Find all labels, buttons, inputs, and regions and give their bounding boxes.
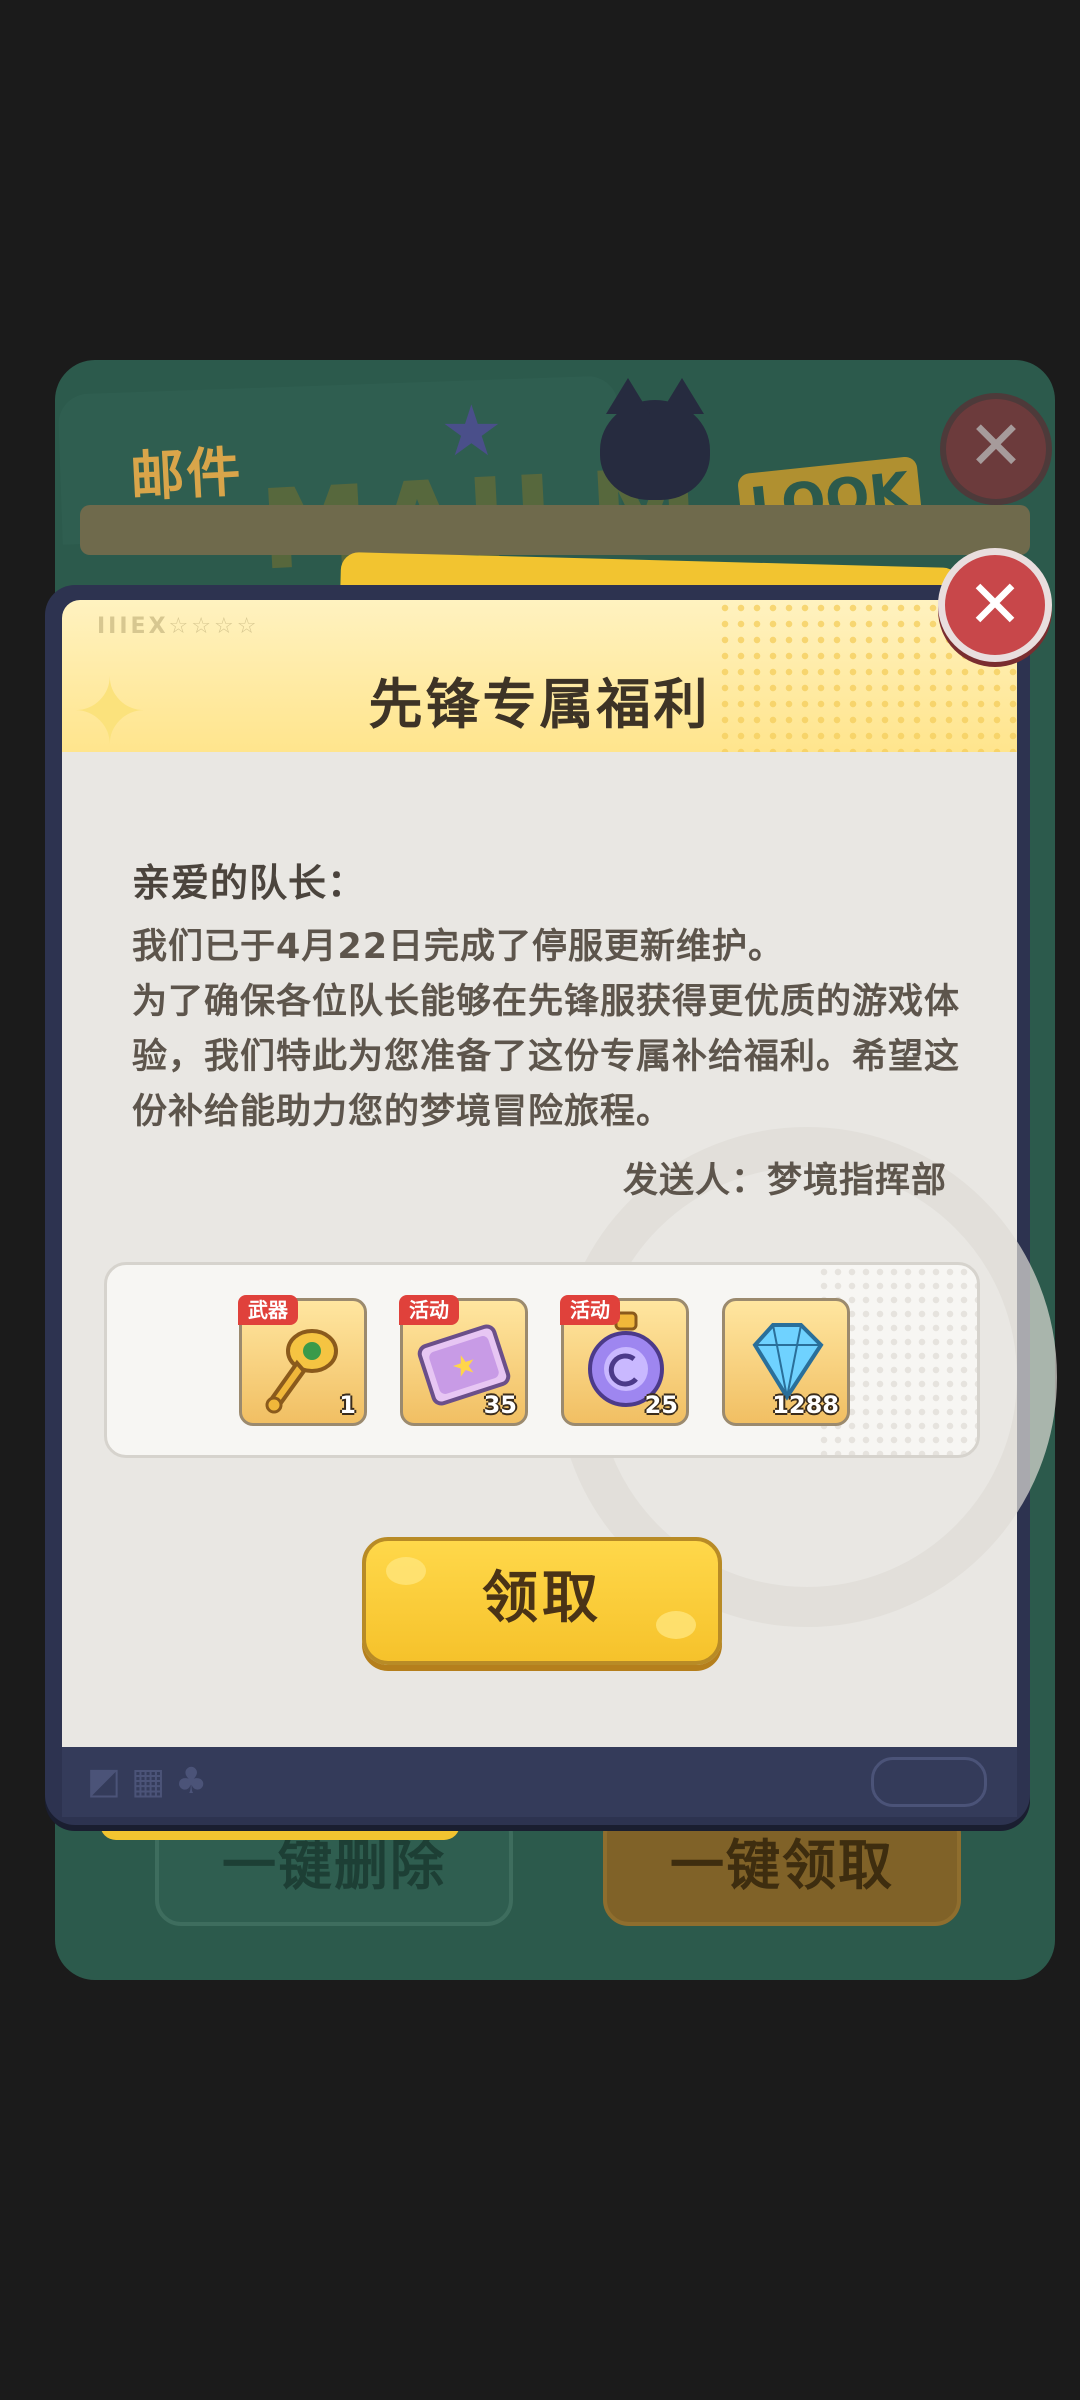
dialog-title: 先锋专属福利 — [368, 673, 711, 736]
reward-count: 1288 — [772, 1391, 839, 1419]
reward-item-diamond[interactable]: 1288 — [722, 1298, 850, 1426]
message-line: 我们已于4月22日完成了停服更新维护。 — [132, 927, 785, 967]
dialog-body: 亲爱的队长： 我们已于4月22日完成了停服更新维护。 为了确保各位队长能够在先锋… — [62, 752, 1057, 1747]
footer-decoration-icons: ◩▦♣ — [87, 1761, 218, 1802]
dialog-header: ✦ IIIEX☆☆☆☆ 先锋专属福利 — [62, 600, 1017, 760]
reward-count: 25 — [644, 1391, 678, 1419]
footer-globe-decoration — [871, 1757, 987, 1807]
salutation: 亲爱的队长： — [132, 861, 367, 905]
cat-mascot-icon — [600, 378, 710, 500]
message-line: 为了确保各位队长能够在先锋服获得更优质的游戏体验，我们特此为您准备了这份专属补给… — [132, 982, 961, 1132]
message-text: 我们已于4月22日完成了停服更新维护。 为了确保各位队长能够在先锋服获得更优质的… — [132, 920, 967, 1140]
mail-close-icon: ✕ — [940, 393, 1052, 505]
reward-item-ticket[interactable]: ★ 活动 35 — [399, 1295, 528, 1426]
reward-count: 1 — [339, 1391, 356, 1419]
sender-line: 发送人：梦境指挥部 — [622, 1161, 947, 1201]
reward-tag: 活动 — [399, 1295, 459, 1325]
reward-tag: 活动 — [560, 1295, 620, 1325]
mail-title: 邮件 — [128, 440, 244, 509]
star-icon: ★ — [440, 390, 503, 472]
reward-item-weapon[interactable]: 武器 1 — [238, 1295, 367, 1426]
reward-item-potion[interactable]: 活动 25 — [560, 1295, 689, 1426]
reward-count: 35 — [483, 1391, 517, 1419]
header-decoration: IIIEX☆☆☆☆ — [97, 614, 260, 639]
mail-list-strip — [80, 505, 1030, 555]
close-icon[interactable]: ✕ — [938, 548, 1052, 662]
claim-all-button: 一键领取 — [603, 1808, 961, 1926]
dialog-footer: ◩▦♣ — [62, 1747, 1017, 1817]
reward-tag: 武器 — [238, 1295, 298, 1325]
reward-list: 武器 1 ★ 活动 35 活动 25 1288 — [104, 1262, 980, 1458]
claim-button[interactable]: 领取 — [362, 1537, 722, 1665]
claim-button-label: 领取 — [482, 1566, 602, 1631]
